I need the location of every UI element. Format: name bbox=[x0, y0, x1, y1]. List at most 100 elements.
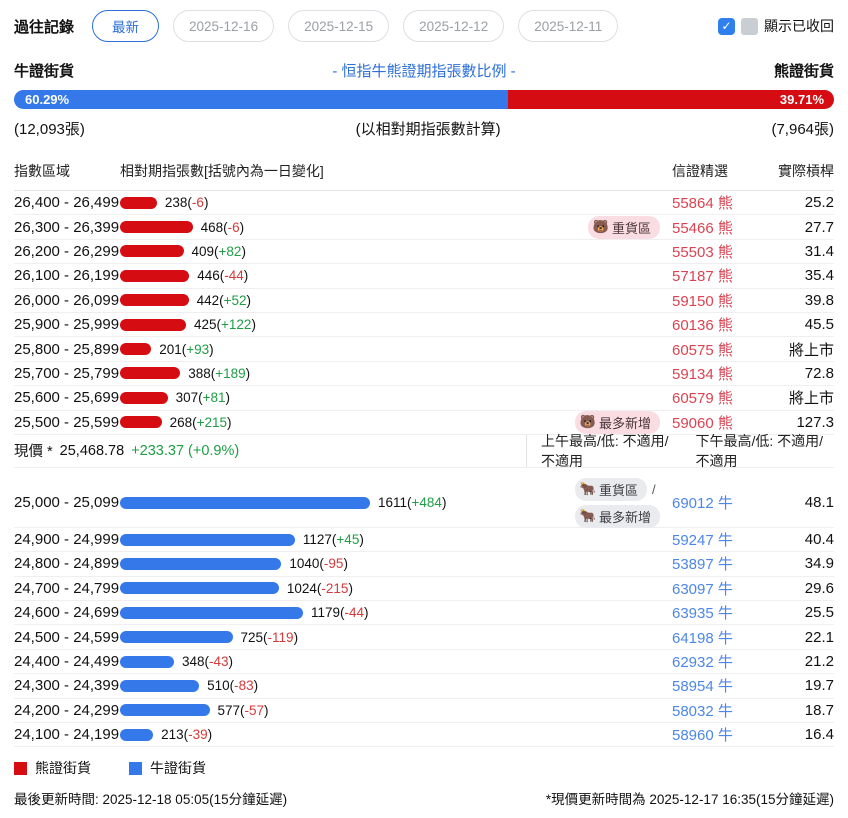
pick-link[interactable]: 57187 熊 bbox=[672, 265, 760, 286]
leverage-value: 將上市 bbox=[788, 390, 834, 408]
pick-link[interactable]: 59150 熊 bbox=[672, 290, 760, 311]
pick-link[interactable]: 60136 熊 bbox=[672, 314, 760, 335]
volume-bar bbox=[120, 343, 152, 356]
legend-label: 熊證街貨 bbox=[35, 760, 91, 776]
one-day-change: -215 bbox=[321, 580, 349, 596]
bear-rows-section: 26,400 - 26,499 238(-6) 55864 熊 25.2 26,300 … bbox=[14, 191, 834, 435]
table-header: 指數區域 相對期指張數[括號內為一日變化] 信證精選 實際槓桿 bbox=[14, 161, 834, 191]
contracts-cell: 725(-119) bbox=[120, 630, 652, 645]
contracts-cell: 1024(-215) bbox=[120, 581, 652, 596]
table-row: 26,300 - 26,399 468(-6) 🐻 重貨區 55466 熊 27.7 bbox=[14, 215, 834, 240]
contracts-value: 388(+189) bbox=[188, 365, 251, 381]
volume-bar bbox=[120, 582, 279, 595]
history-button-2025-12-12[interactable]: 2025-12-12 bbox=[403, 10, 505, 42]
volume-bar bbox=[120, 221, 193, 234]
bear-icon: 🐻 bbox=[579, 414, 596, 430]
contracts-cell: 307(+81) bbox=[120, 390, 652, 405]
table-row: 24,400 - 24,499 348(-43) 62932 牛 21.2 bbox=[14, 650, 834, 675]
pick-link[interactable]: 59247 牛 bbox=[672, 529, 760, 550]
index-range-label: 24,700 - 24,799 bbox=[14, 579, 120, 597]
contracts-cell: 442(+52) bbox=[120, 293, 652, 308]
index-range-label: 25,900 - 25,999 bbox=[14, 316, 120, 334]
volume-bar bbox=[120, 367, 181, 380]
pick-link[interactable]: 55466 熊 bbox=[672, 217, 760, 238]
pick-link[interactable]: 55864 熊 bbox=[672, 192, 760, 213]
pick-link[interactable]: 62932 牛 bbox=[672, 651, 760, 672]
contracts-cell: 348(-43) bbox=[120, 654, 652, 669]
index-range-label: 25,000 - 25,099 bbox=[14, 494, 120, 512]
index-range-label: 25,500 - 25,599 bbox=[14, 413, 120, 431]
pick-link[interactable]: 63935 牛 bbox=[672, 602, 760, 623]
contracts-cell: 577(-57) bbox=[120, 703, 652, 718]
ratio-note: (以相對期指張數計算) bbox=[355, 121, 501, 138]
history-button-2025-12-11[interactable]: 2025-12-11 bbox=[518, 10, 619, 42]
contracts-value: 1611(+484) bbox=[378, 495, 447, 511]
pick-link[interactable]: 58954 牛 bbox=[672, 675, 760, 696]
bear-ratio-segment: 39.71% bbox=[508, 90, 834, 109]
bull-legend-swatch bbox=[129, 761, 142, 775]
leverage-value: 19.7 bbox=[804, 677, 834, 695]
table-row: 24,900 - 24,999 1127(+45) 59247 牛 40.4 bbox=[14, 528, 834, 553]
pick-link[interactable]: 64198 牛 bbox=[672, 627, 760, 648]
history-button-最新[interactable]: 最新 bbox=[92, 10, 160, 42]
history-button-2025-12-15[interactable]: 2025-12-15 bbox=[288, 10, 390, 42]
contracts-value: 1179(-44) bbox=[311, 605, 369, 621]
pick-link[interactable]: 53897 牛 bbox=[672, 553, 760, 574]
header-contracts: 相對期指張數[括號內為一日變化] bbox=[120, 163, 324, 179]
table-row: 26,200 - 26,299 409(+82) 55503 熊 31.4 bbox=[14, 240, 834, 265]
volume-bar bbox=[120, 704, 210, 717]
leverage-value: 22.1 bbox=[804, 628, 834, 646]
contracts-value: 725(-119) bbox=[240, 629, 299, 645]
badge-line: 🐻 重貨區 bbox=[587, 215, 660, 239]
pick-link[interactable]: 60579 熊 bbox=[672, 387, 760, 408]
pick-link[interactable]: 69012 牛 bbox=[672, 492, 760, 513]
contracts-value: 510(-83) bbox=[207, 678, 259, 694]
update-timestamps: 最後更新時間: 2025-12-18 05:05(15分鐘延遲) *現價更新時間… bbox=[14, 788, 834, 812]
index-range-label: 24,400 - 24,499 bbox=[14, 653, 120, 671]
pick-link[interactable]: 59134 熊 bbox=[672, 363, 760, 384]
bear-street-label: 熊證街貨 bbox=[773, 63, 834, 80]
pick-link[interactable]: 60575 熊 bbox=[672, 339, 760, 360]
contracts-value: 307(+81) bbox=[175, 390, 231, 406]
table-row: 24,100 - 24,199 213(-39) 58960 牛 16.4 bbox=[14, 723, 834, 748]
index-range-label: 24,900 - 24,999 bbox=[14, 531, 120, 549]
contracts-cell: 446(-44) bbox=[120, 268, 652, 283]
leverage-value: 39.8 bbox=[804, 291, 834, 309]
leverage-value: 127.3 bbox=[796, 413, 834, 431]
table-row: 24,500 - 24,599 725(-119) 64198 牛 22.1 bbox=[14, 625, 834, 650]
volume-bar bbox=[120, 416, 162, 429]
table-row: 24,800 - 24,899 1040(-95) 53897 牛 34.9 bbox=[14, 552, 834, 577]
show-recalled-checkbox[interactable]: ✓ bbox=[718, 17, 735, 35]
leverage-value: 18.7 bbox=[804, 701, 834, 719]
table-row: 24,700 - 24,799 1024(-215) 63097 牛 29.6 bbox=[14, 577, 834, 602]
volume-bar bbox=[120, 728, 154, 741]
table-row: 25,800 - 25,899 201(+93) 60575 熊 將上市 bbox=[14, 337, 834, 362]
volume-bar bbox=[120, 606, 303, 619]
contracts-cell: 468(-6) bbox=[120, 220, 580, 235]
contracts-value: 213(-39) bbox=[161, 727, 213, 743]
bull-bear-street-volume-page: 過往記錄 最新 2025-12-16 2025-12-15 2025-12-12 202… bbox=[0, 0, 848, 818]
badge-heavy-zone: 🐂 重貨區 bbox=[574, 477, 647, 501]
contracts-value: 1127(+45) bbox=[302, 532, 364, 548]
pick-link[interactable]: 59060 熊 bbox=[672, 412, 760, 433]
badge-group: 🐂 重貨區 / 🐂 最多新增 bbox=[567, 477, 660, 528]
index-range-label: 26,000 - 26,099 bbox=[14, 291, 120, 309]
leverage-value: 72.8 bbox=[804, 364, 834, 382]
pick-link[interactable]: 55503 熊 bbox=[672, 241, 760, 262]
leverage-value: 25.5 bbox=[804, 604, 834, 622]
contracts-value: 577(-57) bbox=[217, 702, 269, 718]
contracts-cell: 388(+189) bbox=[120, 366, 652, 381]
pick-link[interactable]: 63097 牛 bbox=[672, 578, 760, 599]
current-price-row: 現價 * 25,468.78 +233.37 (+0.9%) 上午最高/低: 不… bbox=[14, 433, 834, 469]
index-range-label: 24,100 - 24,199 bbox=[14, 726, 120, 744]
one-day-change: -6 bbox=[227, 219, 240, 235]
pick-link[interactable]: 58960 牛 bbox=[672, 724, 760, 745]
pick-link[interactable]: 58032 牛 bbox=[672, 700, 760, 721]
volume-bar bbox=[120, 679, 200, 692]
history-button-2025-12-16[interactable]: 2025-12-16 bbox=[173, 10, 275, 42]
contracts-cell: 425(+122) bbox=[120, 317, 652, 332]
index-range-label: 26,200 - 26,299 bbox=[14, 242, 120, 260]
afternoon-high-low: 下午最高/低: 不適用/不適用 bbox=[695, 432, 824, 469]
volume-bar bbox=[120, 557, 282, 570]
index-range-label: 24,600 - 24,699 bbox=[14, 604, 120, 622]
